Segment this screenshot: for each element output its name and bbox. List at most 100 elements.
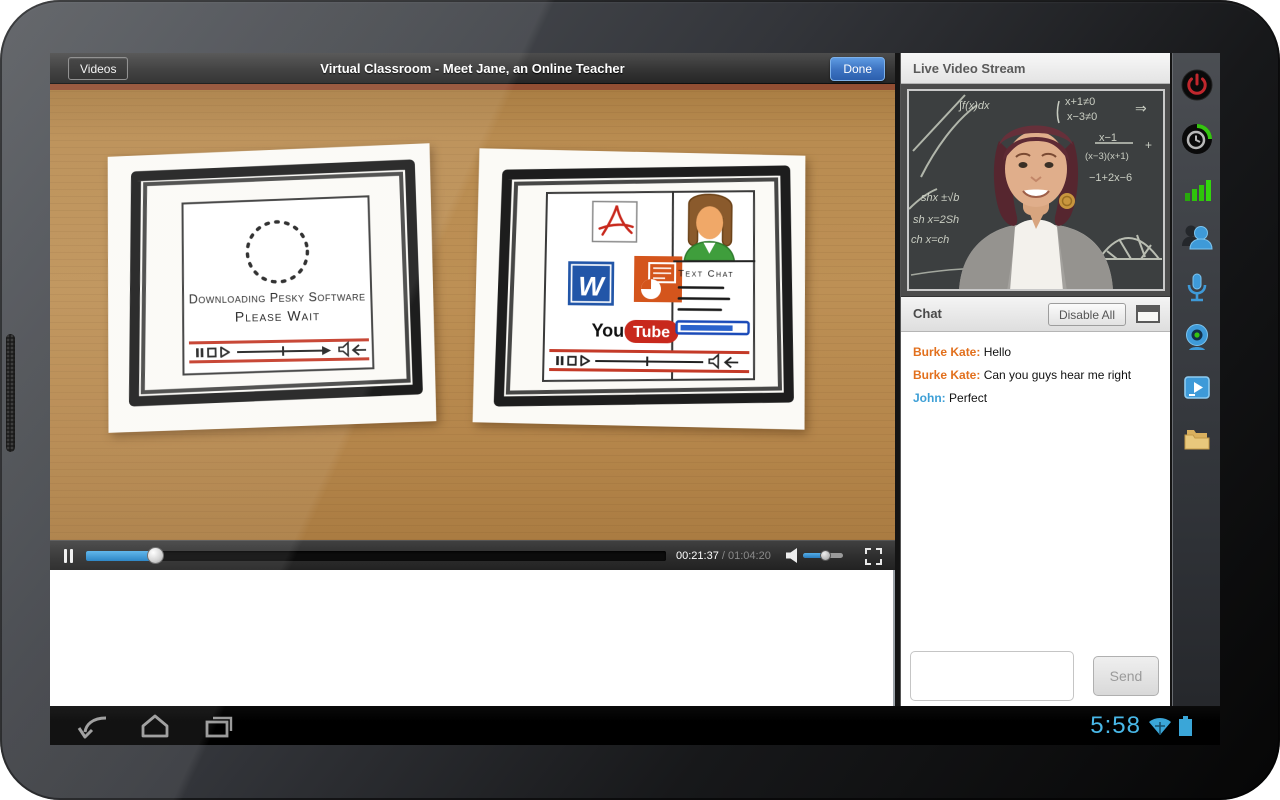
chat-message: Burke Kate: Can you guys hear me right	[913, 368, 1158, 382]
participants-icon	[1181, 222, 1213, 254]
pdf-icon	[592, 201, 636, 241]
volume-handle[interactable]	[820, 550, 831, 561]
time-display: 00:21:37 / 01:04:20	[676, 550, 771, 562]
participants-button[interactable]	[1181, 222, 1213, 254]
message-text: Perfect	[949, 391, 987, 405]
message-text: Can you guys hear me right	[984, 368, 1131, 382]
svg-text:ch x=ch: ch x=ch	[911, 234, 949, 246]
page-title: Virtual Classroom - Meet Jane, an Online…	[50, 61, 895, 76]
sender-name: Burke Kate:	[913, 368, 980, 382]
clock-text: 5:58	[1090, 712, 1141, 740]
svg-text:You: You	[591, 320, 624, 340]
sender-name: John:	[913, 391, 946, 405]
player-control-bar: 00:21:37 / 01:04:20	[50, 540, 895, 570]
videos-library-button[interactable]	[1181, 372, 1213, 404]
session-timer-button[interactable]	[1181, 123, 1213, 155]
sketch-player-controls	[549, 349, 749, 373]
send-button[interactable]: Send	[1093, 656, 1159, 696]
teacher-webcam-image: ∫f(x)dx x+1≠0 x−3≠0 ⇒ x−1 (x−3)(x+1) + −…	[907, 89, 1165, 291]
progress-handle[interactable]	[147, 547, 164, 564]
powerpoint-icon	[634, 256, 682, 303]
text-chat-label: Text Chat	[678, 268, 734, 280]
volume-control[interactable]	[786, 548, 843, 563]
right-panel: Live Video Stream ∫f(x)dx x+1≠0 x−3≠0 ⇒ …	[900, 53, 1170, 706]
chat-input[interactable]	[910, 651, 1074, 701]
back-button[interactable]	[76, 711, 114, 741]
microphone-button[interactable]	[1181, 272, 1213, 304]
home-icon	[136, 711, 174, 741]
earring	[1059, 193, 1075, 209]
clock-icon	[1181, 123, 1213, 155]
titlebar: Videos Virtual Classroom - Meet Jane, an…	[50, 53, 895, 84]
screen: Videos Virtual Classroom - Meet Jane, an…	[50, 53, 1220, 745]
progress-track[interactable]	[86, 551, 666, 561]
chat-messages: Burke Kate: Hello Burke Kate: Can you gu…	[901, 332, 1170, 648]
message-text: Hello	[984, 345, 1011, 359]
power-icon	[1181, 69, 1213, 101]
done-button[interactable]: Done	[830, 57, 885, 81]
svg-text:∫f(x)dx: ∫f(x)dx	[958, 100, 990, 112]
svg-text:Tube: Tube	[633, 324, 670, 341]
svg-text:(x−3)(x+1): (x−3)(x+1)	[1085, 151, 1129, 162]
disable-all-button[interactable]: Disable All	[1048, 303, 1126, 326]
folders-icon	[1181, 422, 1213, 454]
word-icon: W	[568, 261, 614, 305]
svg-text:shx ±√b: shx ±√b	[921, 192, 959, 204]
webcam-button[interactable]	[1181, 322, 1213, 354]
video-playback-area[interactable]: Downloading Pesky Software Please Wait	[50, 84, 895, 540]
videos-button[interactable]: Videos	[68, 57, 128, 80]
svg-text:sh x=2Sh: sh x=2Sh	[913, 214, 959, 226]
recents-icon	[200, 711, 238, 741]
svg-text:W: W	[578, 271, 606, 301]
chat-input-row: Send	[901, 648, 1170, 706]
chat-title: Chat	[913, 306, 942, 321]
main-column: Videos Virtual Classroom - Meet Jane, an…	[50, 53, 895, 706]
svg-text:⇒: ⇒	[1135, 100, 1147, 116]
sketch-player-controls	[189, 338, 369, 363]
live-video-stream-header: Live Video Stream	[901, 53, 1170, 84]
window-icon[interactable]	[1136, 305, 1160, 323]
progress-fill	[86, 551, 156, 561]
svg-text:−1+2x−6: −1+2x−6	[1089, 172, 1132, 184]
battery-icon	[1179, 716, 1192, 736]
back-icon	[76, 711, 114, 741]
fullscreen-button[interactable]	[865, 548, 882, 565]
content-area-blank	[50, 570, 895, 706]
video-player-icon	[1181, 372, 1213, 404]
signal-bars-icon	[1181, 175, 1213, 207]
sketch-caption-line2: Please Wait	[235, 307, 321, 324]
tablet-bezel: Videos Virtual Classroom - Meet Jane, an…	[0, 0, 1280, 800]
svg-text:+: +	[1145, 138, 1152, 152]
microphone-icon	[1181, 272, 1213, 304]
home-button[interactable]	[136, 711, 174, 741]
volume-fill	[803, 553, 826, 558]
side-toolbar	[1172, 53, 1220, 706]
sketch-left-monitor: Downloading Pesky Software Please Wait	[99, 139, 442, 437]
live-video-stream-view: ∫f(x)dx x+1≠0 x−3≠0 ⇒ x−1 (x−3)(x+1) + −…	[901, 84, 1170, 297]
volume-slider[interactable]	[803, 553, 843, 558]
svg-text:x−1: x−1	[1099, 132, 1117, 144]
wifi-icon	[1148, 716, 1172, 736]
chat-header: Chat Disable All	[901, 297, 1170, 332]
files-button[interactable]	[1181, 422, 1213, 454]
android-navbar: 5:58	[50, 706, 1220, 745]
duration: 01:04:20	[728, 550, 771, 562]
volume-icon	[786, 548, 799, 563]
speaker-grille-icon	[6, 334, 15, 452]
sketch-right-monitor: W You Tube	[470, 138, 813, 438]
sender-name: Burke Kate:	[913, 345, 980, 359]
webcam-icon	[1181, 322, 1213, 354]
recents-button[interactable]	[200, 711, 238, 741]
pause-button[interactable]	[63, 548, 75, 564]
svg-text:x−3≠0: x−3≠0	[1067, 111, 1097, 123]
chat-message: John: Perfect	[913, 391, 1158, 405]
power-button[interactable]	[1181, 69, 1213, 101]
status-cluster: 5:58	[1090, 706, 1192, 745]
connection-quality-button[interactable]	[1181, 175, 1213, 207]
youtube-logo: You Tube	[591, 319, 678, 343]
avatar-sketch	[684, 194, 735, 261]
chat-message: Burke Kate: Hello	[913, 345, 1158, 359]
current-time: 00:21:37	[676, 550, 719, 562]
svg-text:x+1≠0: x+1≠0	[1065, 96, 1095, 108]
tablet-device: Videos Virtual Classroom - Meet Jane, an…	[0, 0, 1280, 800]
